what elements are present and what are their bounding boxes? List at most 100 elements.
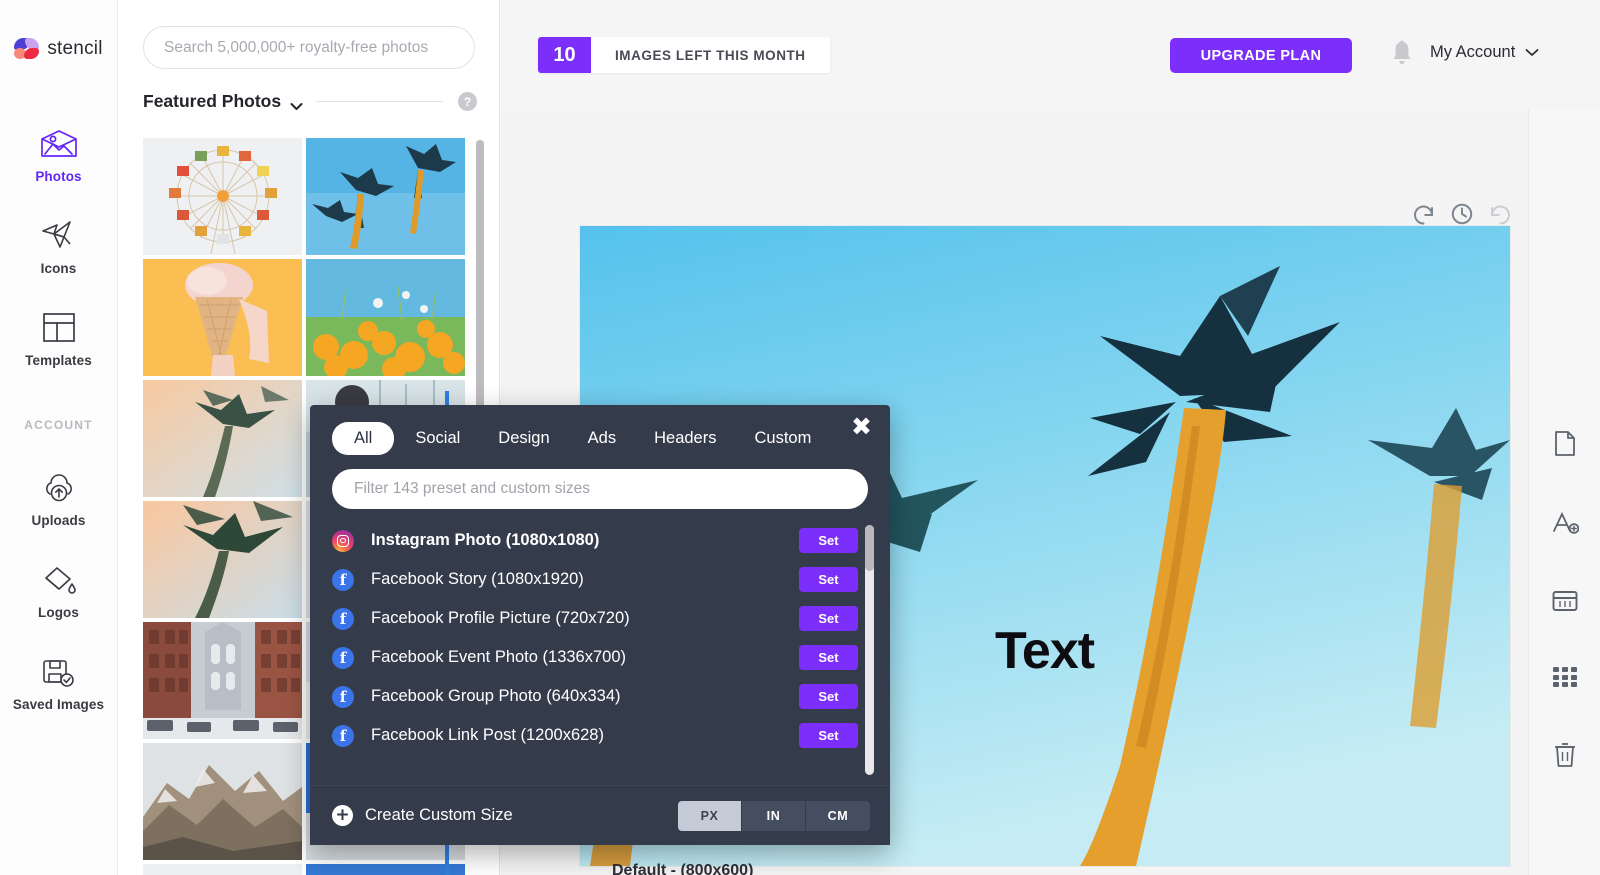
modal-footer: + Create Custom Size PX IN CM [310,785,890,845]
canvas-size-label: Default - (800x600) [612,862,754,875]
modal-tab-bar: All Social Design Ads Headers Custom [310,405,890,455]
list-item[interactable]: Instagram Photo (1080x1080) Set [332,521,880,560]
photo-thumbnail[interactable] [306,259,465,376]
chevron-down-icon [1525,44,1539,62]
photo-thumbnail[interactable] [143,743,302,860]
left-sidebar: stencil Photos Icons Templates ACCOUNT U… [0,0,118,875]
size-picker-modal: ✖ All Social Design Ads Headers Custom I… [310,405,890,845]
tab-headers[interactable]: Headers [637,422,733,455]
sidebar-item-label: Logos [38,605,79,620]
trash-icon[interactable] [1553,741,1577,773]
sidebar-section-account: ACCOUNT [24,418,93,432]
sidebar-item-label: Uploads [31,513,86,528]
size-filter-input[interactable] [332,469,868,509]
brand-name: stencil [47,38,103,59]
size-label: Facebook Link Post (1200x628) [371,726,604,744]
search-container [118,0,499,69]
quota-label: IMAGES LEFT THIS MONTH [591,37,830,73]
size-label: Facebook Story (1080x1920) [371,570,584,588]
filter-container [310,455,890,509]
create-custom-size-button[interactable]: + Create Custom Size [332,805,513,826]
set-button[interactable]: Set [799,528,858,553]
grid-icon[interactable] [1552,666,1578,693]
list-item[interactable]: f Facebook Link Post (1200x628) Set [332,716,880,755]
panel-title: Featured Photos [143,91,282,111]
quota-count: 10 [538,37,591,73]
facebook-icon: f [332,685,354,708]
photo-thumbnail[interactable] [306,138,465,255]
bell-icon[interactable] [1390,40,1414,68]
account-menu[interactable]: My Account [1430,43,1539,62]
facebook-icon: f [332,724,354,747]
divider [316,101,443,102]
sidebar-item-label: Saved Images [12,697,105,712]
tab-custom[interactable]: Custom [737,422,828,455]
photo-thumbnail[interactable] [143,380,302,497]
sidebar-item-label: Icons [40,261,77,276]
photo-thumbnail[interactable] [143,864,302,875]
upgrade-plan-button[interactable]: UPGRADE PLAN [1170,38,1352,73]
tab-all[interactable]: All [332,422,395,455]
svg-text:?: ? [464,95,471,109]
unit-in[interactable]: IN [742,800,806,831]
tab-design[interactable]: Design [481,422,566,455]
set-button[interactable]: Set [799,645,858,670]
sidebar-item-photos[interactable]: Photos [0,118,117,184]
photo-thumbnail[interactable] [143,138,302,255]
photo-thumbnail[interactable] [306,864,465,875]
photo-scrollbar-thumb[interactable] [476,140,484,415]
templates-icon [41,302,77,344]
brand-logo[interactable]: stencil [14,38,102,60]
sidebar-item-label: Photos [35,169,82,184]
size-list[interactable]: Instagram Photo (1080x1080) Set f Facebo… [332,521,880,785]
help-circle-icon[interactable]: ? [458,92,477,111]
sidebar-item-saved-images[interactable]: Saved Images [0,646,117,712]
list-item[interactable]: f Facebook Profile Picture (720x720) Set [332,599,880,638]
list-item[interactable]: f Facebook Group Photo (640x334) Set [332,677,880,716]
background-icon[interactable] [1551,589,1579,618]
size-label: Facebook Group Photo (640x334) [371,687,621,705]
tab-ads[interactable]: Ads [571,422,633,455]
unit-toggle-group: PX IN CM [678,800,870,831]
list-item[interactable]: f Facebook Story (1080x1920) Set [332,560,880,599]
paint-bucket-icon [40,554,78,596]
photos-icon [39,118,79,160]
quota-badge: 10 IMAGES LEFT THIS MONTH [538,37,830,73]
set-button[interactable]: Set [799,684,858,709]
list-item[interactable]: f Facebook Event Photo (1336x700) Set [332,638,880,677]
set-button[interactable]: Set [799,606,858,631]
close-icon[interactable]: ✖ [851,414,872,439]
modal-scrollbar-thumb[interactable] [865,525,874,571]
size-label: Facebook Profile Picture (720x720) [371,609,630,627]
add-text-icon[interactable] [1551,510,1579,541]
photo-thumbnail[interactable] [143,501,302,618]
sidebar-item-uploads[interactable]: Uploads [0,462,117,528]
unit-px[interactable]: PX [678,800,742,831]
facebook-icon: f [332,646,354,669]
page-icon[interactable] [1553,430,1577,462]
account-label: My Account [1430,43,1516,61]
stencil-app: stencil Photos Icons Templates ACCOUNT U… [0,0,1600,875]
unit-cm[interactable]: CM [806,800,870,831]
sidebar-item-icons[interactable]: Icons [0,210,117,276]
set-button[interactable]: Set [799,567,858,592]
facebook-icon: f [332,568,354,591]
tab-social[interactable]: Social [398,422,477,455]
sidebar-item-label: Templates [25,353,92,368]
size-label: Facebook Event Photo (1336x700) [371,648,627,666]
right-toolbar [1528,110,1600,875]
facebook-icon: f [332,607,354,630]
bird-icon [40,210,78,252]
sidebar-item-logos[interactable]: Logos [0,554,117,620]
photo-thumbnail[interactable] [143,622,302,739]
canvas-text-element[interactable]: Text [995,621,1095,681]
set-button[interactable]: Set [799,723,858,748]
sidebar-item-templates[interactable]: Templates [0,302,117,368]
photo-thumbnail[interactable] [143,259,302,376]
search-input[interactable] [143,26,475,69]
chevron-down-icon[interactable] [290,98,303,110]
panel-header: Featured Photos ? [118,69,499,112]
top-bar: 10 IMAGES LEFT THIS MONTH UPGRADE PLAN M… [500,0,1600,110]
stencil-logo-icon [14,38,40,60]
instagram-icon [332,529,354,552]
